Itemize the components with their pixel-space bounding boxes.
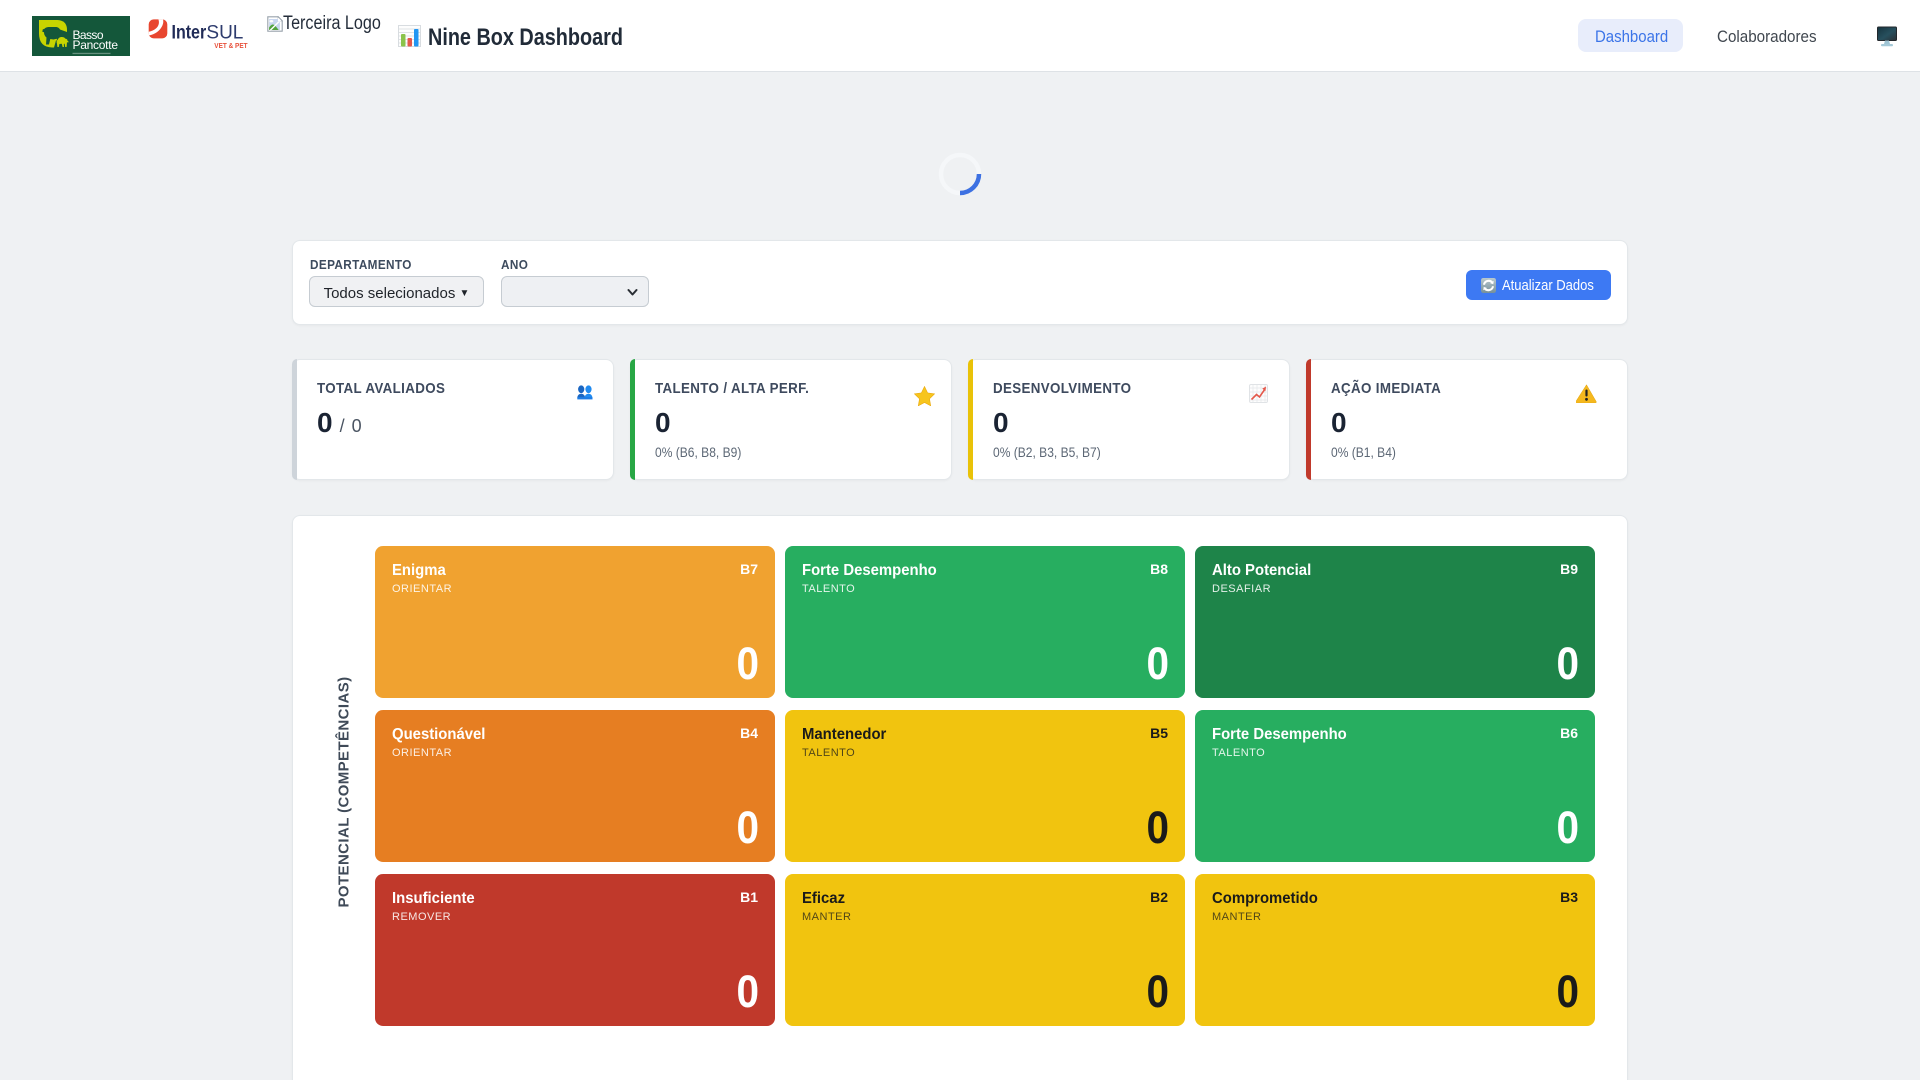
svg-text:Inter: Inter (172, 22, 207, 43)
svg-text:VET & PET: VET & PET (214, 41, 248, 50)
svg-text:Pancotte: Pancotte (73, 38, 119, 52)
